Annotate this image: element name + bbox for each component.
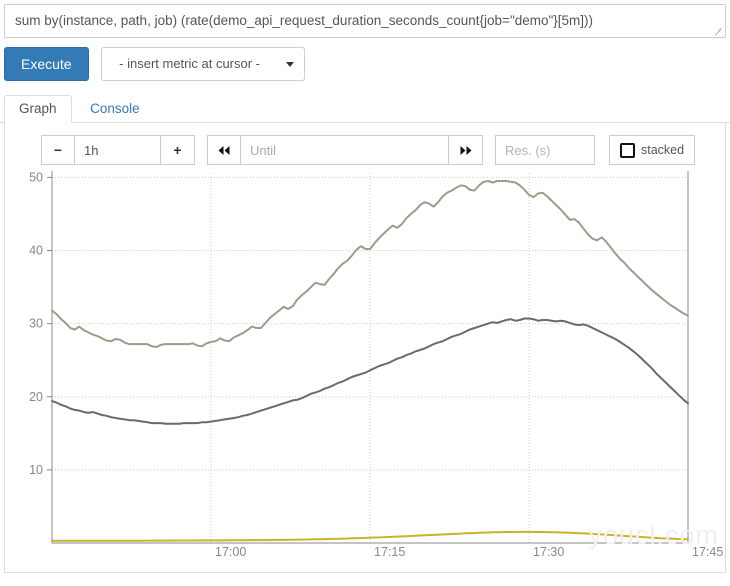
time-forward-button[interactable] bbox=[449, 135, 483, 165]
execute-button[interactable]: Execute bbox=[4, 47, 89, 81]
tab-console[interactable]: Console bbox=[75, 95, 155, 124]
graph-plot[interactable]: 10 20 30 40 50 17:00 17:15 17:30 17:45 youcl.com bbox=[5, 171, 726, 573]
range-input-group: − 1h + bbox=[41, 135, 195, 165]
insert-metric-select[interactable]: - insert metric at cursor - bbox=[100, 47, 305, 81]
query-expression-text: sum by(instance, path, job) (rate(demo_a… bbox=[15, 13, 594, 28]
y-axis-tick-label: 20 bbox=[29, 390, 43, 404]
x-axis-tick-label: 17:45 bbox=[692, 545, 723, 559]
query-expression-input[interactable]: sum by(instance, path, job) (rate(demo_a… bbox=[4, 4, 726, 38]
range-input[interactable]: 1h bbox=[75, 135, 161, 165]
time-back-button[interactable] bbox=[207, 135, 241, 165]
y-axis-tick-label: 40 bbox=[29, 244, 43, 258]
textarea-resize-handle[interactable] bbox=[713, 26, 723, 36]
stacked-checkbox-label: stacked bbox=[641, 143, 685, 157]
graph-panel: − 1h + Until Res. (s) stacked 10 20 30 40 50… bbox=[4, 123, 726, 573]
execute-row: Execute - insert metric at cursor - bbox=[0, 38, 730, 81]
range-increase-button[interactable]: + bbox=[161, 135, 195, 165]
insert-metric-select-label: - insert metric at cursor - bbox=[119, 56, 261, 71]
graph-plot-svg[interactable]: 10 20 30 40 50 17:00 17:15 17:30 17:45 bbox=[5, 171, 726, 573]
range-decrease-button[interactable]: − bbox=[41, 135, 75, 165]
chevron-down-icon bbox=[285, 62, 294, 67]
endtime-input-group: Until bbox=[207, 135, 483, 165]
y-axis-tick-label: 30 bbox=[29, 317, 43, 331]
x-axis-tick-label: 17:00 bbox=[215, 545, 246, 559]
checkbox-icon bbox=[620, 142, 635, 158]
y-axis-tick-label: 50 bbox=[29, 171, 43, 184]
series-line-series-dark-gray bbox=[51, 317, 689, 425]
tab-graph[interactable]: Graph bbox=[4, 95, 72, 124]
query-row: sum by(instance, path, job) (rate(demo_a… bbox=[0, 0, 730, 38]
resolution-input[interactable]: Res. (s) bbox=[495, 135, 595, 165]
x-axis-tick-label: 17:30 bbox=[533, 545, 564, 559]
x-axis-tick-label: 17:15 bbox=[374, 545, 405, 559]
endtime-input[interactable]: Until bbox=[241, 135, 449, 165]
result-tabs: Graph Console bbox=[0, 95, 730, 124]
stacked-checkbox[interactable]: stacked bbox=[609, 135, 696, 165]
y-axis-tick-label: 10 bbox=[29, 463, 43, 477]
graph-controls: − 1h + Until Res. (s) stacked bbox=[5, 123, 725, 165]
